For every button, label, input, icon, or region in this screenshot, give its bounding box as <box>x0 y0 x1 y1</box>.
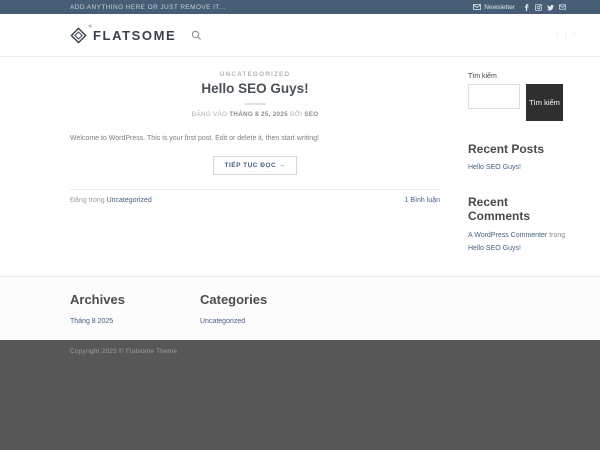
comment-author-link[interactable]: A WordPress Commenter <box>468 232 547 239</box>
post-navigation: ‹ › <box>556 14 576 57</box>
envelope-icon <box>473 4 482 10</box>
archives-widget: Archives Tháng 8 2025 <box>70 292 200 340</box>
comments-count-link[interactable]: 1 Bình luận <box>405 197 440 204</box>
newsletter-label: Newsletter <box>484 3 515 11</box>
logo-text: FLATSOME <box>93 27 177 43</box>
recent-comment: A WordPress Commenter trong Hello SEO Gu… <box>468 229 566 256</box>
search-input[interactable] <box>468 84 520 109</box>
post-author: SEO <box>304 111 319 118</box>
categories-title: Categories <box>200 292 268 307</box>
archives-title: Archives <box>70 292 125 307</box>
comment-connector: trong <box>549 232 566 239</box>
read-more-wrap: TIẾP TỤC ĐỌC → <box>70 154 440 175</box>
page: ADD ANYTHING HERE OR JUST REMOVE IT... N… <box>0 0 600 450</box>
archive-month-link[interactable]: Tháng 8 2025 <box>70 318 113 325</box>
date-prefix: ĐĂNG VÀO <box>191 111 228 118</box>
recent-post-link[interactable]: Hello SEO Guys! <box>468 164 521 171</box>
footer-widgets: Archives Tháng 8 2025 Categories Uncateg… <box>0 276 600 340</box>
twitter-icon[interactable] <box>547 4 554 11</box>
topbar: ADD ANYTHING HERE OR JUST REMOVE IT... N… <box>0 0 600 14</box>
next-arrow-icon[interactable]: › <box>572 30 576 41</box>
posted-in-category-link[interactable]: Uncategorized <box>107 197 152 204</box>
categories-widget: Categories Uncategorized <box>200 292 330 340</box>
site-header: ® FLATSOME ‹ › <box>0 14 600 57</box>
registered-mark: ® <box>88 23 92 29</box>
by-label: BỞI <box>289 111 303 118</box>
title-divider <box>244 103 266 105</box>
nav-divider <box>565 30 567 41</box>
site-logo[interactable]: ® FLATSOME <box>70 24 177 44</box>
main-content: UNCATEGORIZED Hello SEO Guys! ĐĂNG VÀO T… <box>0 57 600 276</box>
post-category-link[interactable]: UNCATEGORIZED <box>70 71 440 78</box>
recent-posts-title: Recent Posts <box>468 142 545 156</box>
post-title[interactable]: Hello SEO Guys! <box>70 81 440 96</box>
posted-in-label: Đăng trong <box>70 197 105 204</box>
sidebar: Tìm kiếm Tìm kiếm Recent Posts Hello SEO… <box>468 57 566 276</box>
facebook-icon[interactable] <box>523 3 530 11</box>
post-separator <box>70 189 440 190</box>
read-more-button[interactable]: TIẾP TỤC ĐỌC → <box>213 156 297 175</box>
prev-arrow-icon[interactable]: ‹ <box>556 30 560 41</box>
recent-comments-title: Recent Comments <box>468 195 531 223</box>
topbar-right: Newsletter <box>473 3 566 11</box>
social-links <box>523 3 566 11</box>
email-icon[interactable] <box>559 4 566 10</box>
comment-post-link[interactable]: Hello SEO Guys! <box>468 245 521 252</box>
search-icon[interactable] <box>191 30 202 41</box>
instagram-icon[interactable] <box>535 3 542 11</box>
blog-post: UNCATEGORIZED Hello SEO Guys! ĐĂNG VÀO T… <box>70 57 440 276</box>
copyright-text: Copyright 2025 © Flatsome Theme <box>70 348 178 355</box>
search-submit-button[interactable]: Tìm kiếm <box>526 84 563 121</box>
search-widget: Tìm kiếm <box>468 84 566 121</box>
post-excerpt: Welcome to WordPress. This is your first… <box>70 135 319 142</box>
search-widget-label: Tìm kiếm <box>468 73 497 80</box>
posted-in: Đăng trong Uncategorized <box>70 197 152 204</box>
category-link[interactable]: Uncategorized <box>200 318 245 325</box>
absolute-footer: Copyright 2025 © Flatsome Theme <box>0 340 600 450</box>
post-date: THÁNG 8 25, 2025 <box>229 111 288 118</box>
newsletter-link[interactable]: Newsletter <box>473 4 515 11</box>
topbar-message: ADD ANYTHING HERE OR JUST REMOVE IT... <box>70 3 226 11</box>
post-date-line: ĐĂNG VÀO THÁNG 8 25, 2025 BỞI SEO <box>70 111 440 118</box>
post-meta: Đăng trong Uncategorized 1 Bình luận <box>70 197 440 204</box>
flatsome-gem-icon: ® <box>70 24 92 44</box>
